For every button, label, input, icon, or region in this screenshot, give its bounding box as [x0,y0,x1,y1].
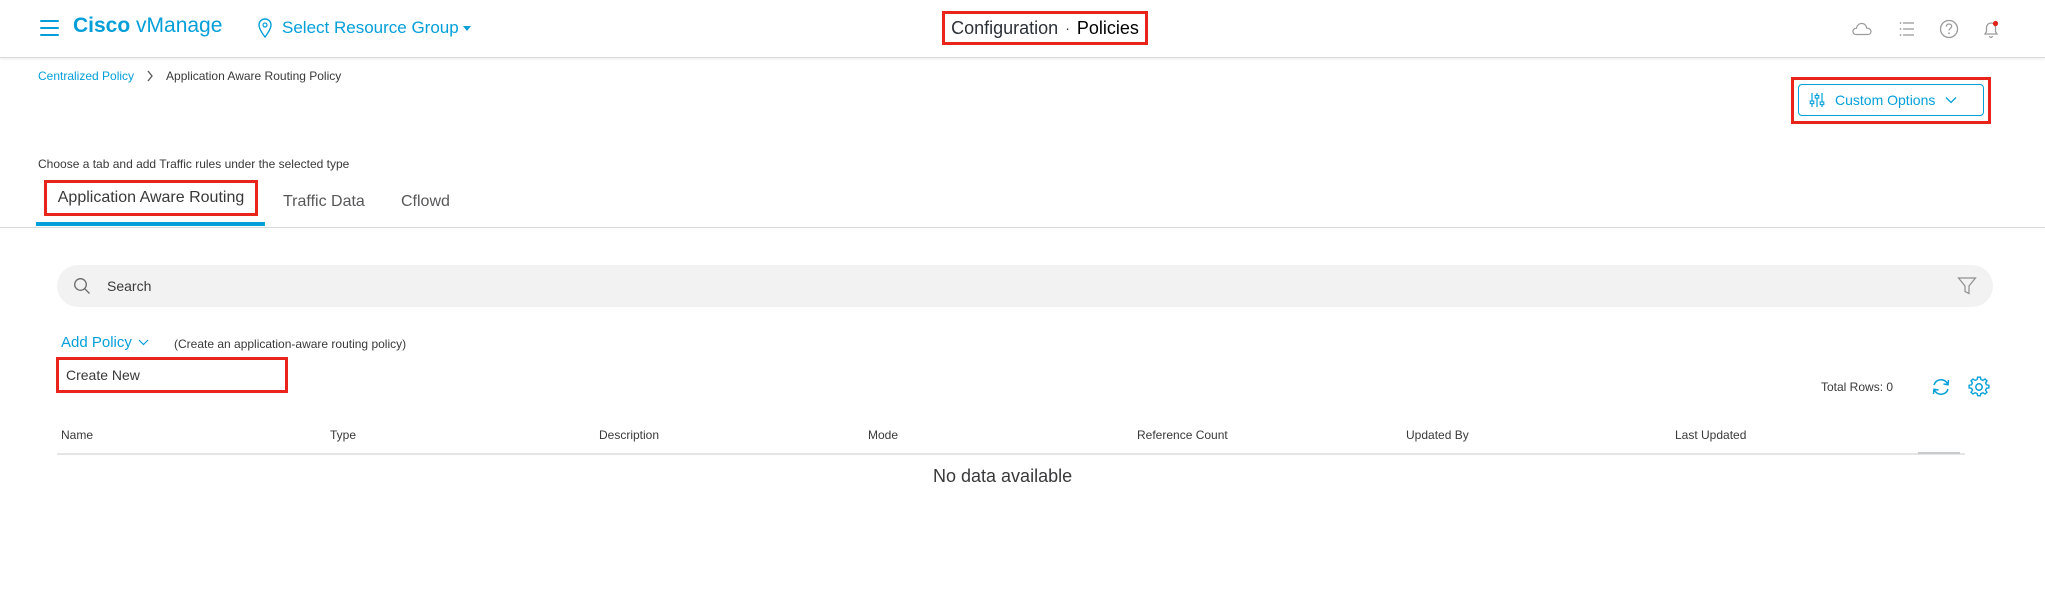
chevron-right-icon [147,70,153,82]
custom-options-button[interactable]: Custom Options [1798,84,1984,116]
help-icon[interactable] [1938,18,1960,40]
column-header-updated-by[interactable]: Updated By [1406,428,1469,442]
resource-group-label: Select Resource Group [282,18,459,37]
sliders-icon [1809,93,1825,107]
top-navigation-bar: Cisco vManage Select Resource Group Conf… [0,0,2045,58]
add-policy-label: Add Policy [61,334,132,351]
page-title-page: Policies [1076,17,1139,38]
empty-table-message: No data available [933,466,1073,486]
breadcrumb: Centralized Policy Application Aware Rou… [38,69,341,83]
create-new-menu-item[interactable]: Create New [56,357,288,393]
policy-type-tabs: Application Aware Routing Traffic Data C… [0,180,2045,228]
page-title: Configuration · Policies [942,11,1148,45]
gear-icon[interactable] [1968,376,1990,398]
column-header-reference-count[interactable]: Reference Count [1137,428,1228,442]
active-tab-indicator [36,222,265,226]
search-icon [74,278,90,294]
brand-name-product: vManage [136,14,223,37]
page-title-separator: · [1065,20,1070,36]
breadcrumb-current: Application Aware Routing Policy [166,69,342,83]
add-policy-dropdown[interactable]: Add Policy [61,334,149,351]
brand-logo[interactable]: Cisco vManage [73,14,222,38]
resource-group-selector[interactable]: Select Resource Group [258,14,471,42]
filter-icon[interactable] [1957,276,1977,296]
task-list-icon[interactable] [1897,18,1919,40]
total-rows-count: Total Rows: 0 [1821,380,1894,394]
horizontal-scrollbar[interactable] [1918,452,1960,454]
search-bar [57,265,1993,307]
column-header-type[interactable]: Type [330,428,356,442]
tab-instruction-text: Choose a tab and add Traffic rules under… [38,157,350,171]
cloud-icon[interactable] [1851,18,1873,40]
notification-bell-icon[interactable] [1980,18,2002,40]
column-header-mode[interactable]: Mode [868,428,898,442]
tab-traffic-data[interactable]: Traffic Data [283,193,365,211]
column-header-name[interactable]: Name [61,428,93,442]
chevron-down-icon [1945,97,1957,104]
tab-label: Application Aware Routing [57,189,245,206]
refresh-icon[interactable] [1930,376,1952,398]
add-policy-description: (Create an application-aware routing pol… [174,337,407,351]
search-input[interactable] [105,277,1809,295]
table-header: Name Type Description Mode Reference Cou… [57,422,1965,455]
chevron-down-icon [138,339,149,346]
hamburger-menu-icon[interactable] [40,20,59,36]
brand-name-bold: Cisco [73,14,131,37]
column-header-description[interactable]: Description [599,428,659,442]
tab-cflowd[interactable]: Cflowd [401,193,450,211]
location-pin-icon [258,18,272,38]
caret-down-icon [462,25,471,31]
page-title-section: Configuration [951,17,1059,38]
breadcrumb-link-centralized-policy[interactable]: Centralized Policy [38,69,134,83]
column-header-last-updated[interactable]: Last Updated [1675,428,1746,442]
tab-application-aware-routing[interactable]: Application Aware Routing [44,180,258,216]
custom-options-highlight: Custom Options [1791,77,1991,124]
custom-options-label: Custom Options [1835,92,1936,108]
